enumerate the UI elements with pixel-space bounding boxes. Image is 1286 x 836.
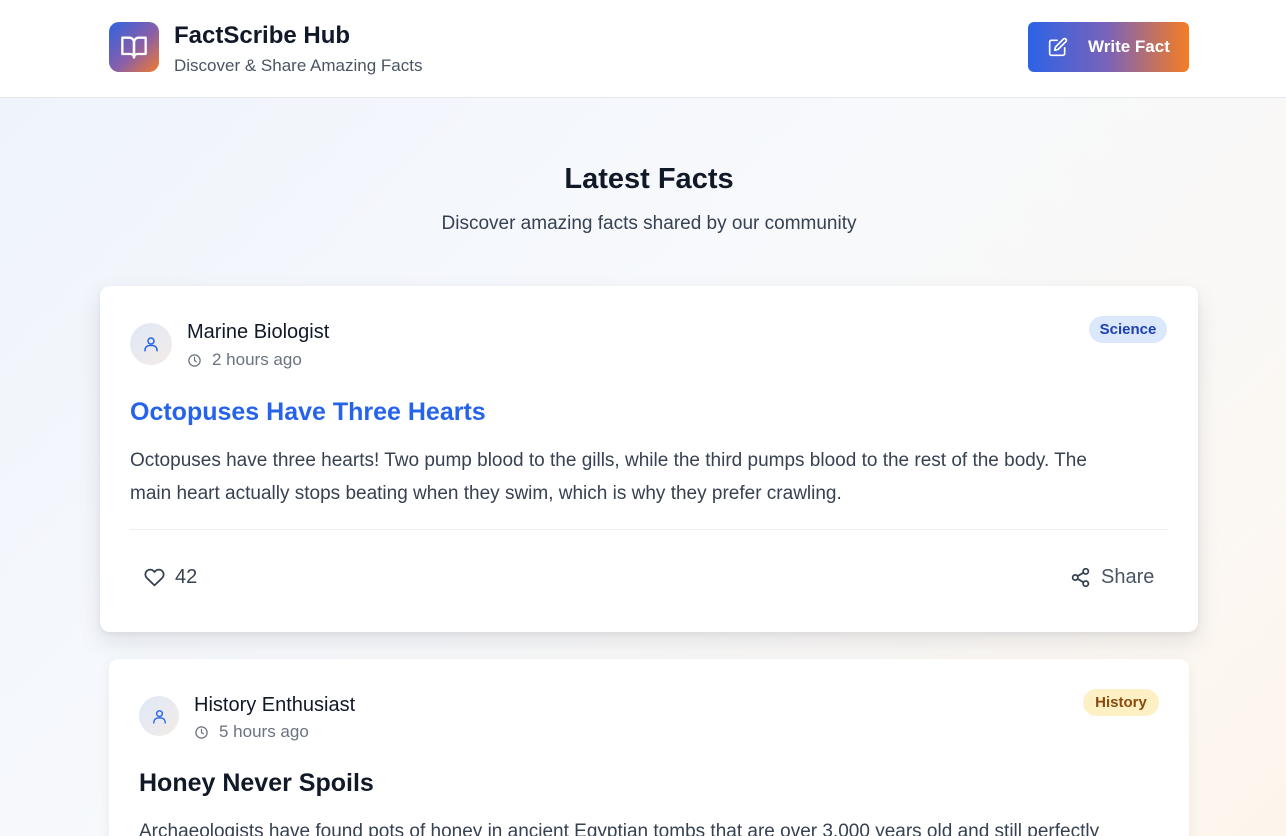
write-fact-button[interactable]: Write Fact xyxy=(1028,22,1189,72)
like-button[interactable]: 42 xyxy=(144,563,197,591)
fact-title[interactable]: Honey Never Spoils xyxy=(139,767,374,799)
author-name[interactable]: Marine Biologist xyxy=(187,319,329,345)
time-text: 5 hours ago xyxy=(219,722,309,741)
fact-body-line: Octopuses have three hearts! Two pump bl… xyxy=(130,450,1087,471)
top-header: FactScribe Hub Discover & Share Amazing … xyxy=(0,0,1286,98)
user-icon xyxy=(151,708,168,725)
clock-icon xyxy=(194,725,209,740)
fact-card: History Enthusiast 5 hours ago History H… xyxy=(109,659,1189,836)
card-divider xyxy=(130,529,1168,530)
share-label: Share xyxy=(1101,565,1155,588)
share-button[interactable]: Share xyxy=(1070,563,1154,591)
user-icon xyxy=(142,335,160,353)
page-subtitle: Discover amazing facts shared by our com… xyxy=(441,213,857,234)
fact-body: Archaeologists have found pots of honey … xyxy=(139,821,1100,836)
brand-subtitle: Discover & Share Amazing Facts xyxy=(174,56,423,75)
heart-icon xyxy=(144,567,165,588)
avatar[interactable] xyxy=(139,696,179,736)
page-title: Latest Facts xyxy=(564,163,734,195)
clock-icon xyxy=(187,353,202,368)
edit-icon xyxy=(1048,37,1068,57)
write-fact-label: Write Fact xyxy=(1088,37,1170,56)
share-icon xyxy=(1070,567,1091,588)
brand-title: FactScribe Hub xyxy=(174,22,351,49)
category-badge[interactable]: Science xyxy=(1089,316,1167,343)
fact-title-link[interactable]: Octopuses Have Three Hearts xyxy=(130,396,486,428)
category-badge[interactable]: History xyxy=(1083,689,1159,716)
avatar[interactable] xyxy=(130,323,172,365)
fact-body: Octopuses have three hearts! Two pump bl… xyxy=(130,444,1180,510)
time-text: 2 hours ago xyxy=(212,350,302,369)
like-count: 42 xyxy=(175,565,198,588)
post-time: 5 hours ago xyxy=(194,721,309,743)
fact-body-line: main heart actually stops beating when t… xyxy=(130,483,842,504)
open-book-icon xyxy=(120,33,148,61)
fact-card: Marine Biologist 2 hours ago Science Oct… xyxy=(100,286,1198,632)
author-name[interactable]: History Enthusiast xyxy=(194,692,355,718)
post-time: 2 hours ago xyxy=(187,349,302,371)
logo[interactable] xyxy=(109,22,159,72)
